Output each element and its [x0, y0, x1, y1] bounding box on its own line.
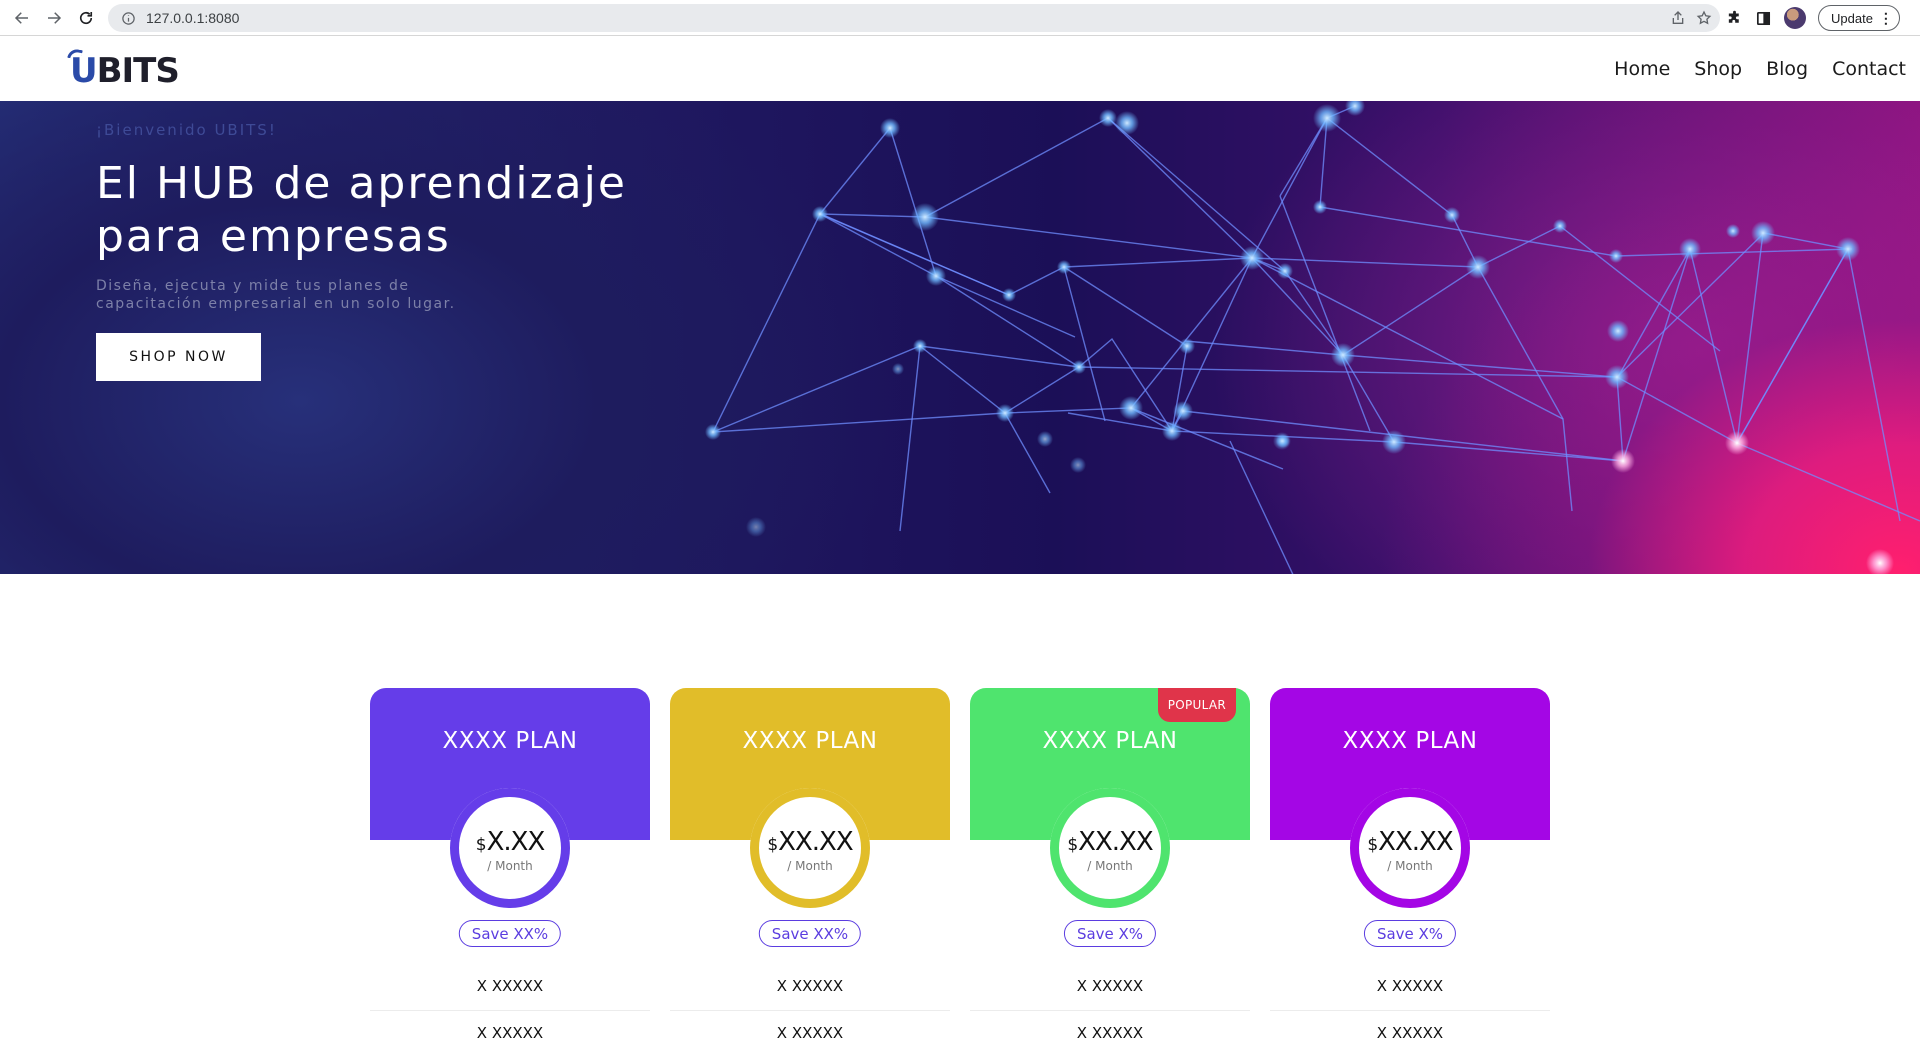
- forward-button[interactable]: [38, 0, 70, 36]
- save-badge: Save XX%: [758, 920, 862, 947]
- price-circle: $ XX.XX / Month: [750, 788, 870, 908]
- site-info-icon[interactable]: [120, 10, 136, 26]
- update-button[interactable]: Update ⋮: [1818, 5, 1900, 31]
- plan-feature: X XXXXX: [776, 1024, 844, 1042]
- price-period: / Month: [787, 859, 833, 873]
- plan-feature: X XXXXX: [1376, 977, 1444, 995]
- price-currency: $: [475, 835, 487, 855]
- price-amount: XX.XX: [778, 827, 854, 857]
- divider: [370, 1010, 650, 1011]
- price-circle: $ XX.XX / Month: [1350, 788, 1470, 908]
- plan-feature: X XXXXX: [1376, 1024, 1444, 1042]
- save-badge: Save X%: [1063, 920, 1157, 947]
- arrow-right-icon: [48, 11, 62, 24]
- share-icon[interactable]: [1670, 10, 1686, 26]
- more-menu-icon[interactable]: ⋮: [1879, 11, 1893, 25]
- price-currency: $: [1067, 835, 1079, 855]
- update-label: Update: [1831, 10, 1873, 26]
- brand-name: UBITS: [70, 51, 180, 91]
- brand-logo[interactable]: UBITS: [67, 47, 180, 91]
- back-button[interactable]: [6, 0, 38, 36]
- hero-subtitle: Diseña, ejecuta y mide tus planes de cap…: [96, 278, 456, 312]
- reload-button[interactable]: [70, 0, 102, 36]
- plan-feature: X XXXXX: [476, 1024, 544, 1042]
- divider: [670, 1010, 950, 1011]
- plan-name: XXXX PLAN: [1342, 728, 1478, 754]
- plan-card: XXXX PLAN $ XX.XX / Month Save X% X XXXXX…: [1270, 688, 1550, 1042]
- site-header: UBITS Home Shop Blog Contact: [0, 37, 1920, 101]
- price-amount: XX.XX: [1078, 827, 1154, 857]
- extensions-icon[interactable]: [1726, 10, 1743, 27]
- price-circle: $ XX.XX / Month: [1050, 788, 1170, 908]
- save-badge: Save XX%: [458, 920, 562, 947]
- popular-badge: POPULAR: [1157, 688, 1236, 722]
- divider: [970, 1010, 1250, 1011]
- reload-icon: [79, 11, 93, 24]
- price-amount: X.XX: [486, 827, 546, 857]
- plan-name: XXXX PLAN: [1042, 728, 1178, 754]
- hero-banner: ¡Bienvenido UBITS! El HUB de aprendizaje…: [0, 101, 1920, 574]
- url-text[interactable]: 127.0.0.1:8080: [146, 10, 239, 26]
- nav-blog[interactable]: Blog: [1766, 58, 1808, 80]
- browser-toolbar: 127.0.0.1:8080 Update ⋮: [0, 0, 1920, 36]
- nav-shop[interactable]: Shop: [1694, 58, 1742, 80]
- plan-card: XXXX PLAN $ XX.XX / Month Save XX% X XXXX…: [670, 688, 950, 1042]
- plan-card: XXXX PLAN $ X.XX / Month Save XX% X XXXXX…: [370, 688, 650, 1042]
- save-badge: Save X%: [1363, 920, 1457, 947]
- shop-now-button[interactable]: SHOP NOW: [96, 333, 261, 381]
- price-period: / Month: [1087, 859, 1133, 873]
- bookmark-star-icon[interactable]: [1696, 10, 1712, 26]
- address-bar[interactable]: 127.0.0.1:8080: [108, 4, 1720, 32]
- price-currency: $: [767, 835, 779, 855]
- profile-avatar[interactable]: [1784, 7, 1806, 29]
- plan-feature: X XXXXX: [1076, 1024, 1144, 1042]
- pricing-section: XXXX PLAN $ X.XX / Month Save XX% X XXXXX…: [0, 574, 1920, 1042]
- plan-feature: X XXXXX: [776, 977, 844, 995]
- divider: [1270, 1010, 1550, 1011]
- nav-contact[interactable]: Contact: [1832, 58, 1906, 80]
- arrow-left-icon: [14, 11, 28, 24]
- plan-name: XXXX PLAN: [442, 728, 578, 754]
- side-panel-icon[interactable]: [1755, 10, 1772, 27]
- plan-card: POPULAR XXXX PLAN $ XX.XX / Month Save X%…: [970, 688, 1250, 1042]
- brand-rest: BITS: [96, 51, 180, 91]
- main-nav: Home Shop Blog Contact: [1614, 37, 1906, 101]
- price-period: / Month: [487, 859, 533, 873]
- price-amount: XX.XX: [1378, 827, 1454, 857]
- hero-title: El HUB de aprendizaje para empresas: [96, 158, 627, 262]
- nav-home[interactable]: Home: [1614, 58, 1670, 80]
- price-period: / Month: [1387, 859, 1433, 873]
- hero-eyebrow: ¡Bienvenido UBITS!: [96, 121, 277, 139]
- plan-feature: X XXXXX: [1076, 977, 1144, 995]
- price-currency: $: [1367, 835, 1379, 855]
- plan-name: XXXX PLAN: [742, 728, 878, 754]
- plan-feature: X XXXXX: [476, 977, 544, 995]
- price-circle: $ X.XX / Month: [450, 788, 570, 908]
